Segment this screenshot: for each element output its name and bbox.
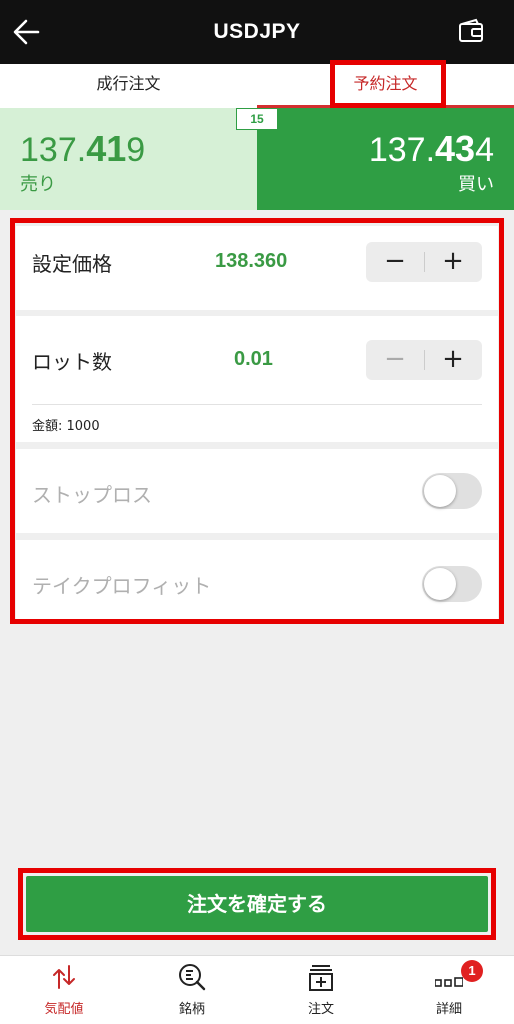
nav-label-details: 詳細 [435,1002,462,1017]
nav-item-details[interactable]: 1 詳細 [385,956,513,1024]
sell-price: 137.419 [20,128,146,169]
buy-price: 137.434 [368,128,494,169]
bottom-navigation: 気配値 銘柄 注文 1 詳細 [0,955,514,1024]
nav-label-symbols: 銘柄 [178,1002,205,1017]
top-bar: USDJPY [0,0,514,64]
highlight-box-form [10,218,504,624]
wallet-icon [459,18,483,42]
sell-price-panel[interactable]: 137.419 売り [0,108,257,210]
page-title: USDJPY [213,20,301,43]
nav-item-order[interactable]: 注文 [257,956,385,1024]
nav-label-order: 注文 [307,1002,334,1017]
notification-badge: 1 [461,960,483,982]
buy-label: 買い [458,174,494,195]
nav-label-quotes: 気配値 [44,1002,84,1017]
spread-badge: 15 [236,108,278,130]
highlight-box-confirm [18,868,496,940]
wallet-button[interactable] [456,18,486,46]
details-icon [435,977,463,987]
nav-item-quotes[interactable]: 気配値 [0,956,128,1024]
buy-price-panel[interactable]: 137.434 買い [257,108,514,210]
tab-market-order[interactable]: 成行注文 [0,64,257,108]
sell-label: 売り [20,174,56,195]
quotes-icon [53,965,75,989]
highlight-box-tab [330,60,446,108]
symbol-search-icon [179,964,206,991]
order-icon [309,965,333,991]
nav-item-symbols[interactable]: 銘柄 [128,956,256,1024]
